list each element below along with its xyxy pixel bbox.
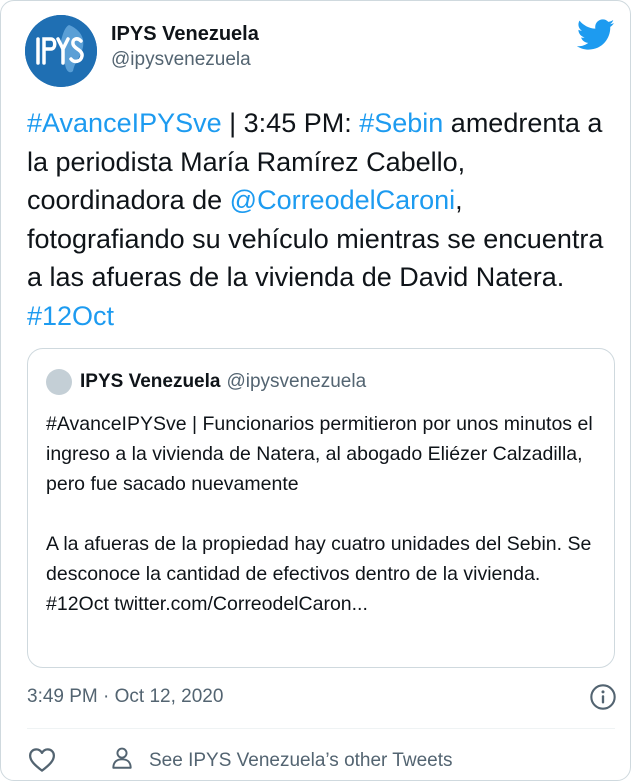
mention-link[interactable]: @CorreodelCaroni xyxy=(230,185,456,215)
tweet-text: #AvanceIPYSve | 3:45 PM: #Sebin amedrent… xyxy=(27,104,617,335)
quoted-tweet[interactable]: IPYS Venezuela @ipysvenezuela #AvanceIPYS… xyxy=(27,348,615,668)
quoted-handle: @ipysvenezuela xyxy=(226,371,367,392)
see-other-tweets-link[interactable]: See IPYS Venezuela’s other Tweets xyxy=(109,745,453,775)
hashtag-link[interactable]: #12Oct xyxy=(27,301,114,331)
quoted-display-name: IPYS Venezuela xyxy=(80,371,221,392)
info-icon[interactable] xyxy=(589,683,617,711)
avatar[interactable] xyxy=(25,15,97,87)
hashtag-link[interactable]: #AvanceIPYSve xyxy=(27,108,222,138)
tweet-header: IPYS Venezuela @ipysvenezuela xyxy=(25,15,615,87)
display-name[interactable]: IPYS Venezuela xyxy=(111,21,259,47)
handle[interactable]: @ipysvenezuela xyxy=(111,47,259,73)
quoted-avatar xyxy=(46,369,72,395)
tweet-text-segment: | 3:45 PM: xyxy=(221,108,360,138)
person-icon xyxy=(112,747,132,769)
quoted-tweet-text: #AvanceIPYSve | Funcionarios permitieron… xyxy=(46,409,602,619)
quoted-paragraph: #AvanceIPYSve | Funcionarios permitieron… xyxy=(46,413,593,495)
twitter-bird-icon[interactable] xyxy=(577,19,615,51)
author-names: IPYS Venezuela @ipysvenezuela xyxy=(111,21,259,73)
tweet-actions: See IPYS Venezuela’s other Tweets xyxy=(27,743,617,777)
ipys-logo-icon xyxy=(25,15,97,87)
hashtag-link[interactable]: #Sebin xyxy=(359,108,443,138)
quoted-paragraph: A la afueras de la propiedad hay cuatro … xyxy=(46,533,592,615)
divider xyxy=(27,728,615,729)
heart-icon[interactable] xyxy=(27,745,57,775)
quoted-tweet-header: IPYS Venezuela @ipysvenezuela xyxy=(46,369,366,397)
timestamp[interactable]: 3:49 PM · Oct 12, 2020 xyxy=(27,686,223,707)
see-other-tweets-label: See IPYS Venezuela’s other Tweets xyxy=(149,750,453,771)
tweet-meta: 3:49 PM · Oct 12, 2020 xyxy=(27,682,617,712)
tweet-card: IPYS Venezuela @ipysvenezuela #AvanceIPY… xyxy=(0,0,631,781)
